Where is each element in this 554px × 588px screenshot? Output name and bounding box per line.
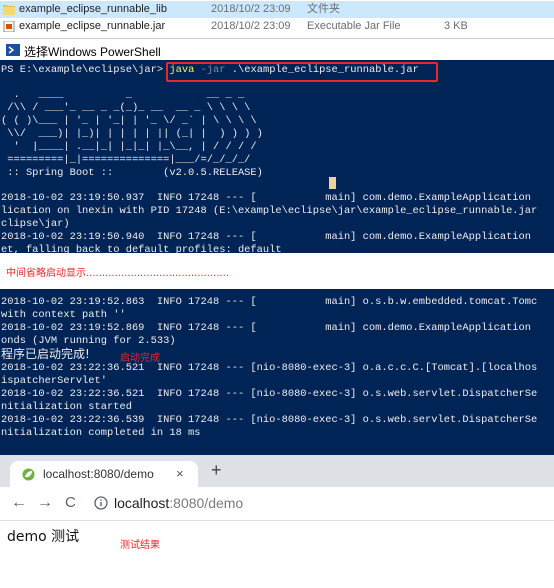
powershell-titlebar[interactable]: 选择Windows PowerShell — [0, 38, 554, 60]
powershell-console[interactable]: PS E:\example\eclipse\jar> java -jar .\e… — [0, 60, 554, 455]
file-name: example_eclipse_runnable.jar — [19, 20, 166, 32]
banner-line: . ____ _ __ _ _ — [1, 89, 245, 101]
tab-title: localhost:8080/demo — [43, 467, 154, 481]
address-bar[interactable]: localhost:8080/demo — [114, 495, 243, 511]
banner-line: \\/ ___)| |_)| | | | | || (_| | ) ) ) ) — [1, 128, 263, 140]
banner-line: ' |____| .__|_| |_|_| |_\__, | / / / / — [1, 141, 257, 153]
browser-window: localhost:8080/demo × + ← → C localhost:… — [0, 455, 554, 588]
navigation-bar: ← → C localhost:8080/demo — [0, 487, 554, 521]
tab-localhost-demo[interactable]: localhost:8080/demo × — [10, 461, 198, 487]
info-icon[interactable] — [94, 496, 108, 510]
address-host: localhost — [114, 495, 170, 511]
page-response-text: demo 测试 — [7, 529, 80, 545]
jar-file-icon — [3, 21, 15, 32]
banner-line: /\\ / ___'_ __ _ _(_)_ __ __ _ \ \ \ \ — [1, 102, 251, 114]
back-button[interactable]: ← — [11, 495, 27, 511]
log-line: 2018-10-02 23:19:52.863 INFO 17248 --- [… — [1, 296, 538, 308]
log-line: 2018-10-02 23:22:36.539 INFO 17248 --- [… — [1, 414, 538, 426]
file-row-lib-folder[interactable]: example_eclipse_runnable_lib 2018/10/2 2… — [0, 1, 554, 18]
log-line: ispatcherServlet' — [1, 375, 108, 387]
powershell-icon — [6, 44, 20, 56]
spring-leaf-icon — [22, 468, 35, 481]
file-type: Executable Jar File — [307, 20, 401, 32]
file-type: 文件夹 — [307, 3, 340, 15]
tab-strip: localhost:8080/demo × + — [0, 455, 554, 487]
file-date: 2018/10/2 23:09 — [211, 20, 291, 32]
forward-button[interactable]: → — [37, 495, 53, 511]
file-name: example_eclipse_runnable_lib — [19, 3, 167, 15]
completion-message: 程序已启动完成! — [1, 347, 90, 362]
file-size: 3 KB — [444, 20, 468, 32]
annotation-result: 测试结果 — [120, 540, 160, 551]
prompt: PS E:\example\eclipse\jar> — [1, 64, 164, 76]
completion-text: 程序已启动完成! — [1, 347, 90, 361]
file-date: 2018/10/2 23:09 — [211, 3, 291, 15]
log-line: nitialization completed in 18 ms — [1, 427, 201, 439]
log-line: nitialization started — [1, 401, 132, 413]
folder-icon — [3, 5, 15, 15]
page-content: demo 测试 测试结果 — [0, 521, 554, 588]
address-path: :8080/demo — [169, 495, 244, 511]
log-line: 2018-10-02 23:22:36.521 INFO 17248 --- [… — [1, 388, 538, 400]
annotation-omitted: 中间省略启动显示................................… — [6, 268, 230, 279]
log-line: 2018-10-02 23:19:52.869 INFO 17248 --- [… — [1, 322, 532, 334]
file-row-jar[interactable]: example_eclipse_runnable.jar 2018/10/2 2… — [0, 18, 554, 35]
new-tab-button[interactable]: + — [211, 461, 222, 479]
omitted-output-gap: 中间省略启动显示................................… — [0, 253, 554, 289]
log-line: 2018-10-02 23:19:50.940 INFO 17248 --- [… — [1, 231, 532, 243]
command-highlight-box — [166, 62, 438, 82]
tab-close-icon[interactable]: × — [176, 466, 184, 481]
log-line: lication on lnexin with PID 17248 (E:\ex… — [1, 205, 538, 217]
log-line: 2018-10-02 23:19:50.937 INFO 17248 --- [… — [1, 192, 532, 204]
reload-button[interactable]: C — [65, 495, 76, 511]
log-line: clipse\jar) — [1, 218, 70, 230]
file-explorer-list: example_eclipse_runnable_lib 2018/10/2 2… — [0, 0, 554, 36]
banner-line: ( ( )\___ | '_ | '_| | '_ \/ _` | \ \ \ … — [1, 115, 257, 127]
spring-boot-version-line: :: Spring Boot :: (v2.0.5.RELEASE) — [1, 167, 263, 179]
log-line: 2018-10-02 23:22:36.521 INFO 17248 --- [… — [1, 362, 538, 374]
banner-line: =========|_|==============|___/=/_/_/_/ — [1, 154, 251, 166]
log-line: with context path '' — [1, 309, 126, 321]
window-title: 选择Windows PowerShell — [24, 45, 161, 59]
text-cursor — [329, 177, 336, 189]
